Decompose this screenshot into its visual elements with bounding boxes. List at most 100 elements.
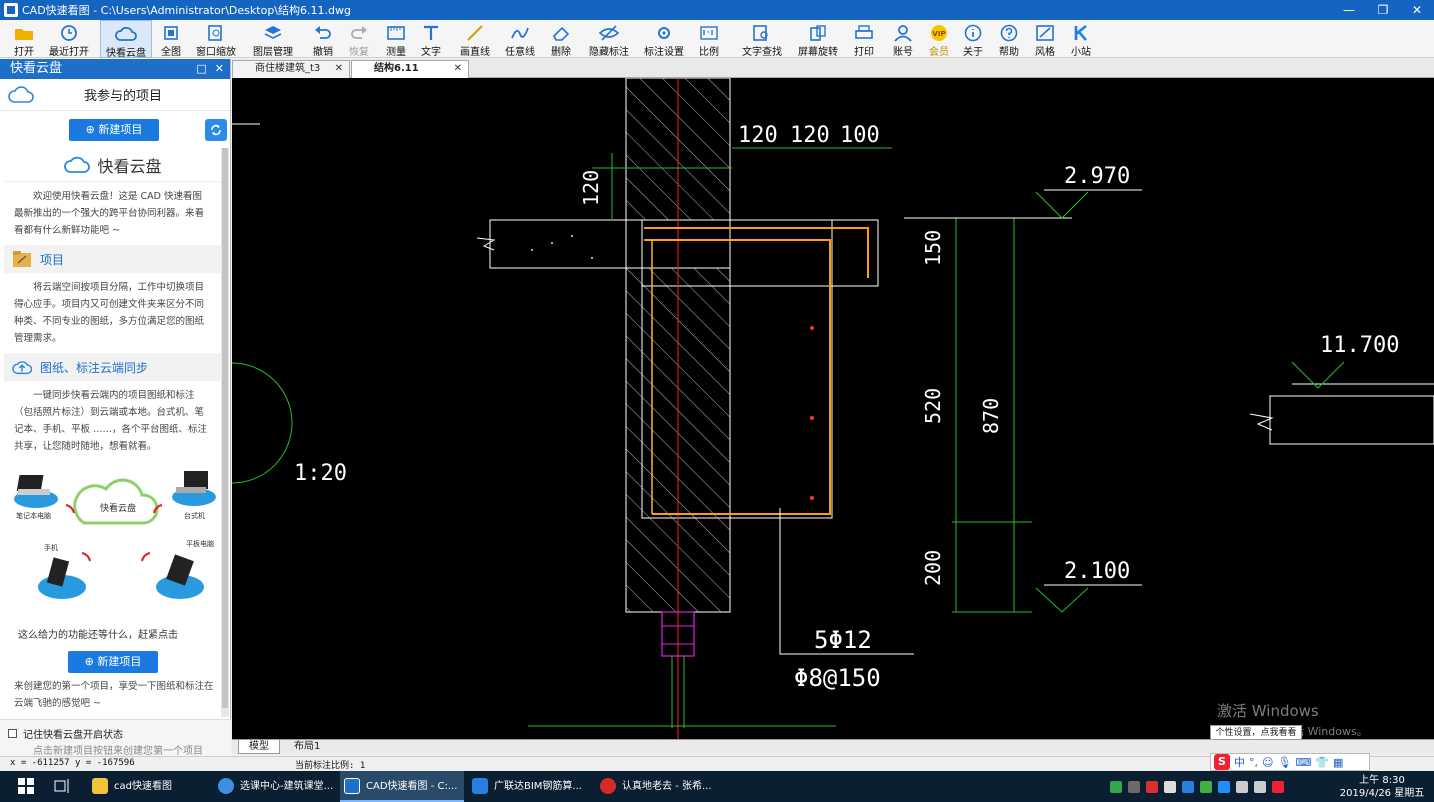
bluetooth-icon[interactable]	[1218, 780, 1230, 793]
toolbar-line-button[interactable]: 画直线	[455, 20, 495, 58]
drawing-canvas[interactable]: 120 120 100 120 2.970 11.700 2.100 150 5…	[232, 78, 1434, 739]
toolbar-freehand-button[interactable]: 任意线	[500, 20, 540, 58]
toolbar-text-search-button[interactable]: 文字查找	[736, 20, 788, 58]
toolbar-text-button[interactable]: 文字	[416, 20, 446, 58]
panel-float-button[interactable]: □	[196, 59, 206, 79]
task-glodon[interactable]: 广联达BIM钢筋算...	[468, 771, 592, 802]
checkbox-box[interactable]	[8, 729, 17, 738]
close-button[interactable]: ✕	[1400, 0, 1434, 20]
tray-app-icon[interactable]	[1146, 780, 1158, 793]
redo-icon	[351, 26, 367, 39]
toolbar-layers-button[interactable]: 图层管理	[248, 20, 298, 58]
task-cad[interactable]: CAD快速看图 - C:...	[340, 771, 464, 802]
laptop-icon	[14, 475, 58, 508]
layout-tabs: 模型 布局1	[232, 739, 1434, 754]
new-project-button-2[interactable]: ⊕ 新建项目	[68, 651, 158, 673]
emoji-icon[interactable]: ☺	[1262, 756, 1273, 769]
toolbar-hide-marks-button[interactable]: 隐藏标注	[585, 20, 633, 58]
dim-top-3: 100	[840, 123, 880, 148]
start-button[interactable]	[10, 771, 42, 802]
devices-illustration: 笔记本电脑 快看云盘 台式机 手机 平板电脑	[4, 461, 221, 631]
cta-text: 这么给力的功能还等什么，赶紧点击	[18, 630, 178, 641]
maximize-button[interactable]: ❐	[1366, 0, 1400, 20]
desktop-icon	[172, 471, 216, 506]
toolbar-recent-button[interactable]: 最近打开	[44, 20, 94, 58]
toolbar-measure-button[interactable]: 测量	[381, 20, 411, 58]
cloud-outline-icon	[8, 85, 34, 103]
section-sync-title: 图纸、标注云端同步	[40, 360, 149, 375]
section-project: 项目	[4, 245, 221, 273]
ime-toolbar[interactable]: S 中 °, ☺ 🎙 ⌨ 👕 ▦	[1210, 753, 1370, 771]
ime-mode[interactable]: 中	[1234, 754, 1245, 770]
section-project-title: 项目	[40, 252, 65, 267]
task-label: CAD快速看图 - C:...	[366, 781, 458, 792]
toolbar-about-button[interactable]: 关于	[958, 20, 988, 58]
tab-close-button[interactable]: ✕	[335, 61, 343, 77]
task-browser[interactable]: 选课中心-建筑课堂...	[214, 771, 336, 802]
network-icon[interactable]	[1236, 780, 1248, 793]
sync-button[interactable]	[205, 119, 227, 141]
signal-icon	[141, 552, 151, 562]
tab-layout1[interactable]: 布局1	[284, 740, 330, 754]
toolbar-site-button[interactable]: 小站	[1066, 20, 1096, 58]
panel-scrollbar[interactable]	[221, 148, 229, 717]
toolbar-account-button[interactable]: 账号	[888, 20, 918, 58]
toolbar-window-zoom-button[interactable]: 窗口缩放	[193, 20, 239, 58]
tray-app-icon[interactable]	[1182, 780, 1194, 793]
panel-footer: 记住快看云盘开启状态 点击新建项目按钮来创建您第一个项目	[0, 719, 231, 757]
clock-date: 2019/4/26 星期五	[1339, 788, 1425, 799]
toolbar-erase-button[interactable]: 删除	[545, 20, 577, 58]
task-music[interactable]: 认真地老去 - 张希...	[596, 771, 716, 802]
skin-icon[interactable]: 👕	[1315, 756, 1329, 769]
scrollbar-thumb[interactable]	[222, 148, 228, 708]
tray-app-icon[interactable]	[1110, 780, 1122, 793]
windows-logo-icon	[18, 778, 34, 794]
new-project-button[interactable]: ⊕ 新建项目	[69, 119, 159, 141]
remember-checkbox[interactable]: 记住快看云盘开启状态	[8, 726, 123, 741]
toolbar-vip-button[interactable]: VIP 会员	[924, 20, 954, 58]
cad-drawing[interactable]: 120 120 100 120 2.970 11.700 2.100 150 5…	[232, 78, 1434, 739]
minimize-button[interactable]: —	[1332, 0, 1366, 20]
toolbar-style-button[interactable]: 风格	[1030, 20, 1060, 58]
tray-app-icon[interactable]	[1128, 780, 1140, 793]
tools-icon[interactable]: ▦	[1333, 756, 1343, 769]
zoom-window-icon	[208, 25, 222, 41]
task-folder[interactable]: cad快速看图	[88, 771, 206, 802]
cloud-heading: 快看云盘	[4, 148, 221, 182]
toolbar-cloud-button[interactable]: 快看云盘	[100, 20, 152, 59]
elevation-2: 11.700	[1320, 333, 1399, 358]
toolbar-mark-settings-button[interactable]: 标注设置	[640, 20, 688, 58]
toolbar-rotate-button[interactable]: 屏幕旋转	[792, 20, 844, 58]
sogou-tray-icon[interactable]	[1272, 780, 1284, 793]
keyboard-icon[interactable]: ⌨	[1295, 756, 1311, 769]
volume-icon[interactable]	[1254, 780, 1266, 793]
toolbar-full-button[interactable]: 全图	[155, 20, 187, 58]
clock-time: 上午 8:30	[1359, 775, 1405, 786]
panel-close-button[interactable]: ✕	[215, 59, 224, 79]
tray-app-icon[interactable]	[1200, 780, 1212, 793]
toolbar-label: 比例	[699, 47, 719, 58]
tab-doc-2[interactable]: 结构6.11 ✕	[351, 60, 469, 78]
eye-hide-icon	[598, 25, 620, 41]
clock[interactable]: 上午 8:30 2019/4/26 星期五	[1337, 774, 1427, 800]
toolbar-print-button[interactable]: 打印	[848, 20, 880, 58]
tab-close-button[interactable]: ✕	[454, 61, 462, 77]
tab-doc-1[interactable]: 商住楼建筑_t3 ✕	[232, 60, 350, 78]
toolbar-open-button[interactable]: 打开	[8, 20, 40, 58]
freehand-icon	[511, 27, 529, 39]
toolbar-label: 删除	[551, 47, 571, 58]
task-view-button[interactable]	[48, 771, 76, 802]
k-logo-icon	[1074, 24, 1087, 41]
tray-cloud-icon[interactable]	[1164, 780, 1176, 793]
mic-icon[interactable]: 🎙	[1277, 756, 1291, 769]
main-toolbar: 打开 最近打开 快看云盘 全图 窗口缩放 图层管理 撤销 恢复 测量 文字 画直线 任意线 删除 隐藏标注…	[0, 20, 1434, 59]
toolbar-scale-button[interactable]: 比例	[694, 20, 724, 58]
toolbar-redo-button[interactable]: 恢复	[344, 20, 374, 58]
elevation-markers	[1035, 191, 1345, 613]
punct-icon[interactable]: °,	[1249, 756, 1258, 769]
toolbar-label: 小站	[1071, 47, 1091, 58]
dim-right-3: 200	[921, 550, 945, 586]
toolbar-undo-button[interactable]: 撤销	[308, 20, 338, 58]
tab-model[interactable]: 模型	[238, 740, 280, 754]
toolbar-help-button[interactable]: 帮助	[994, 20, 1024, 58]
